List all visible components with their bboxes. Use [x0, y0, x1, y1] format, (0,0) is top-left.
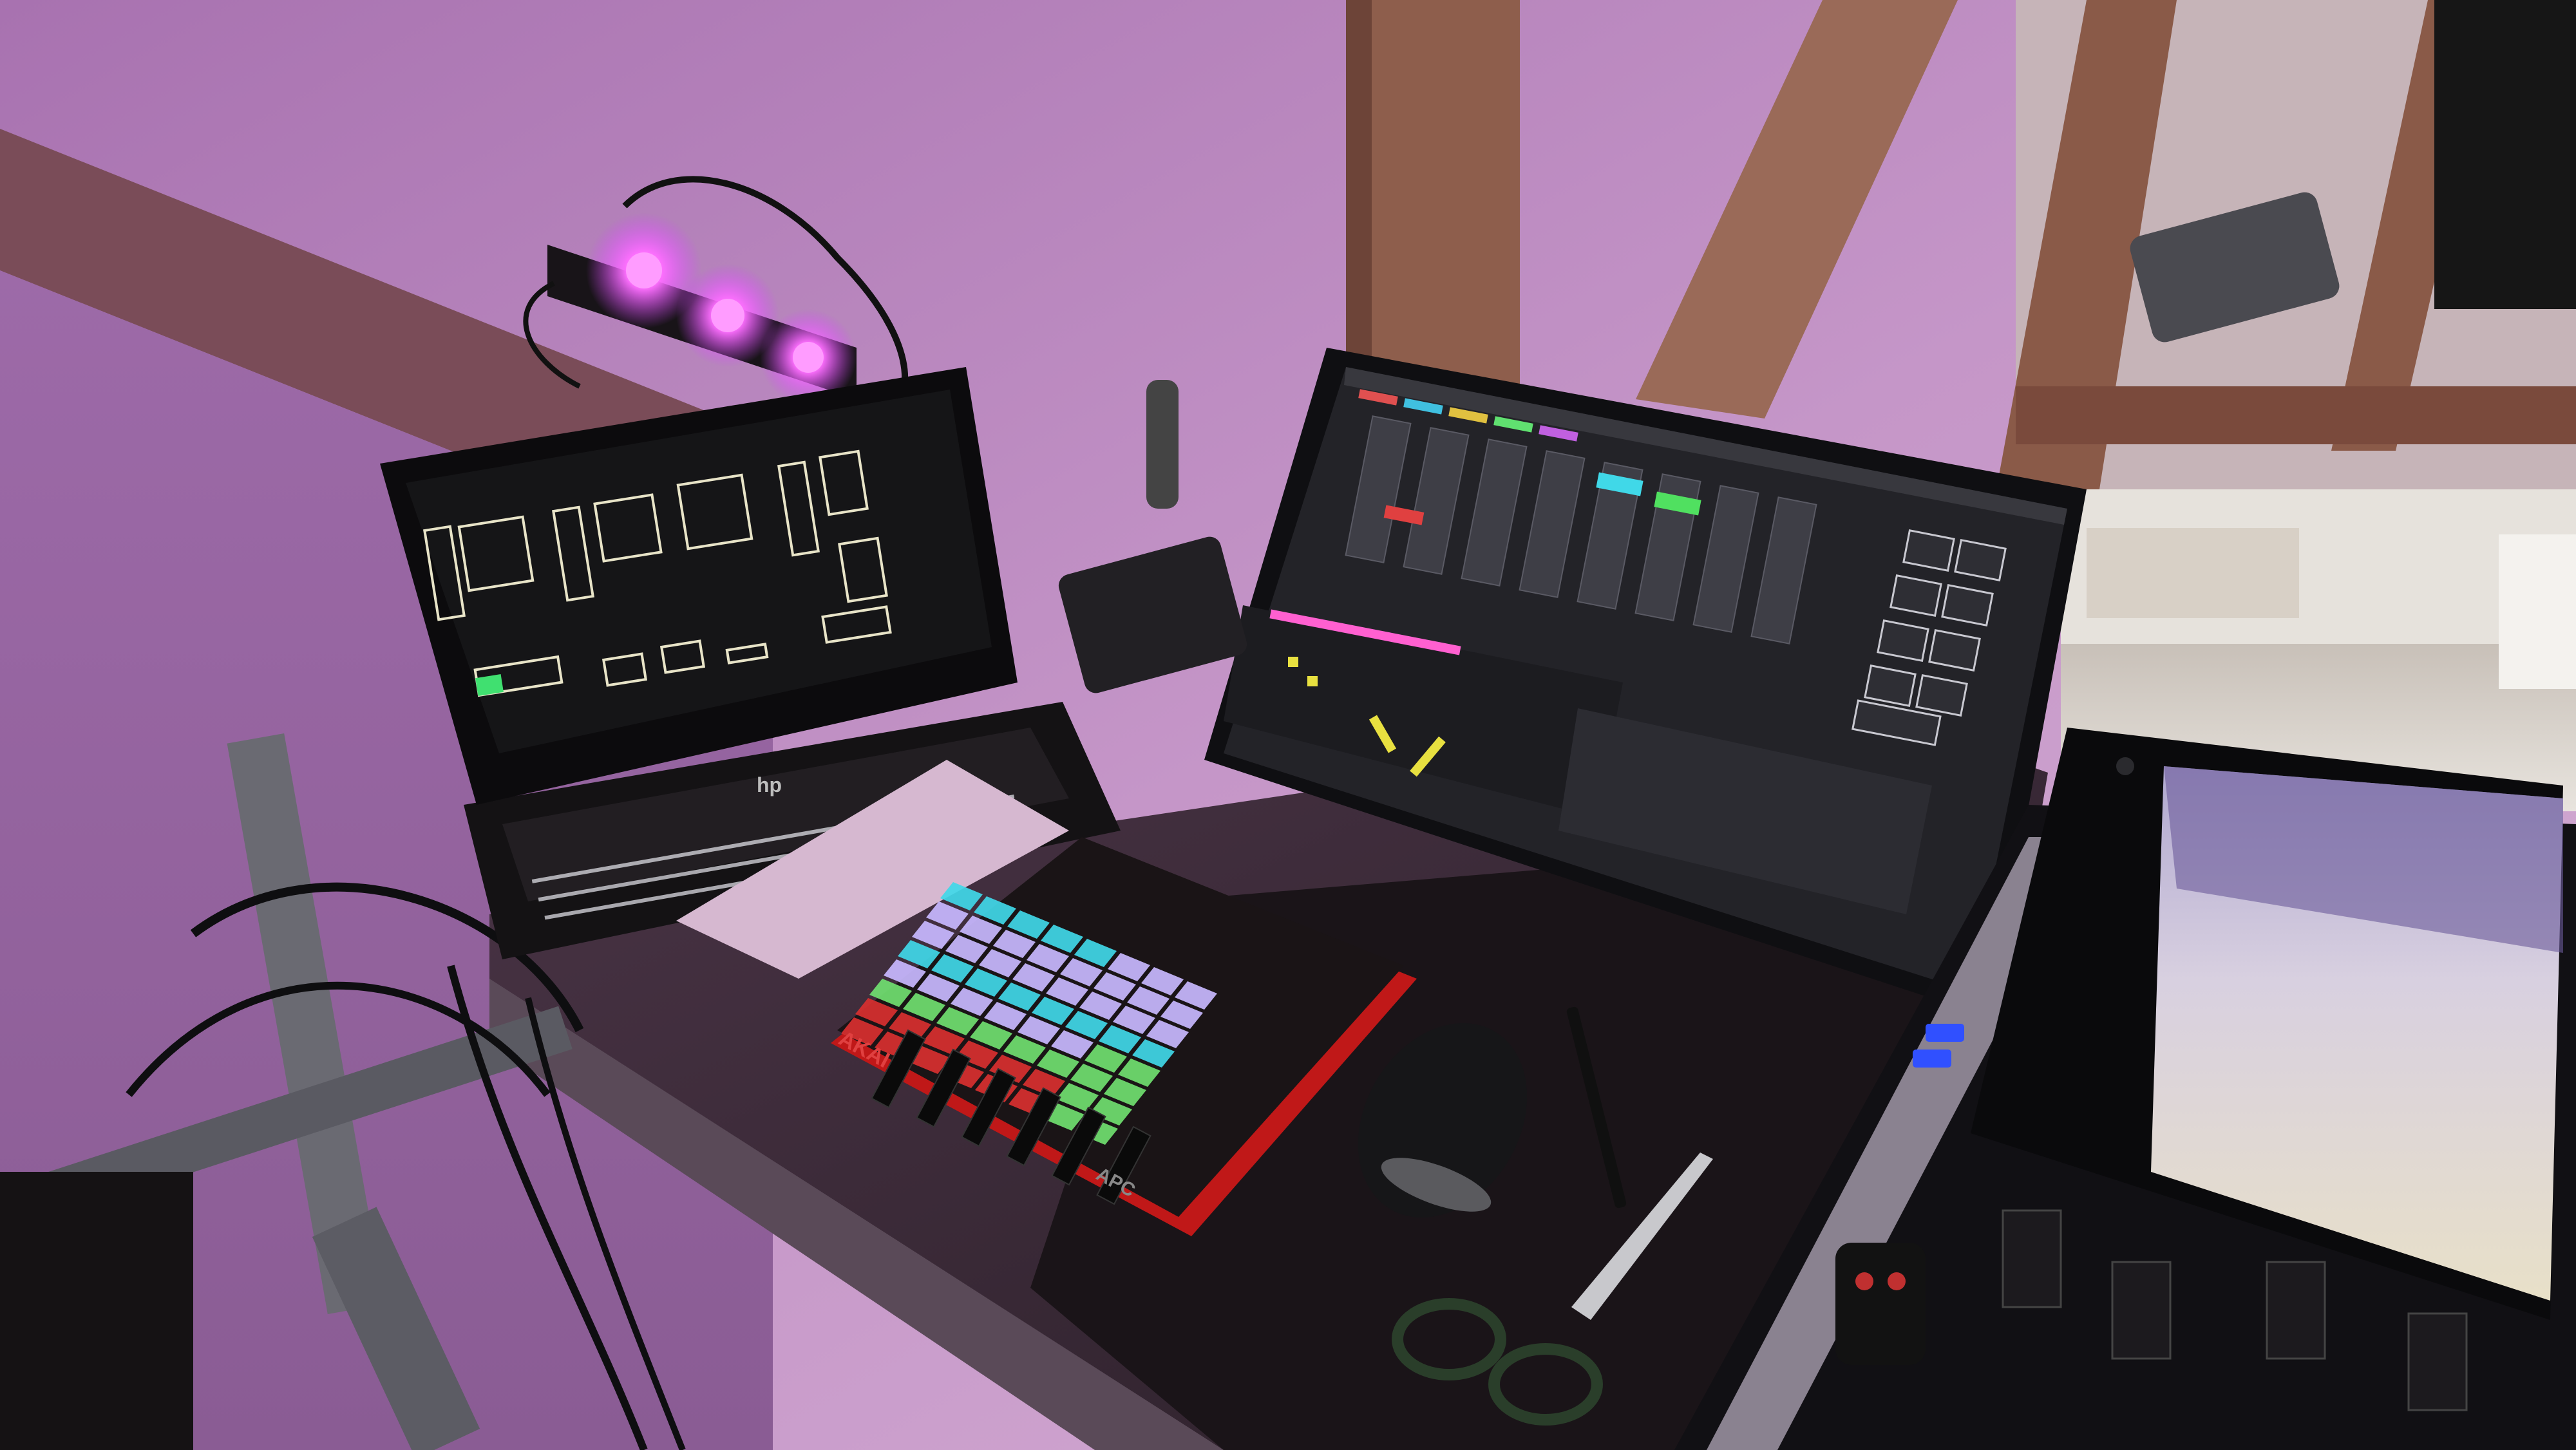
led-2 [711, 299, 744, 332]
mixer-button-1[interactable] [1926, 1024, 1964, 1042]
vertical-beam [1346, 0, 1520, 399]
mixer-fader-4[interactable] [2407, 1312, 2468, 1411]
photo-scene: hp AKAI APC [0, 0, 2576, 1450]
hall-window [2499, 534, 2576, 689]
gooseneck-light [1146, 380, 1179, 509]
vertical-beam-shadow [1346, 0, 1372, 399]
laptop-logo: hp [757, 773, 782, 796]
scene-drawing: hp AKAI APC [0, 0, 2576, 1450]
camera-icon[interactable] [2116, 757, 2134, 775]
led-3 [793, 342, 824, 373]
remote-fob [1835, 1243, 1926, 1365]
remote-button-2[interactable] [1888, 1272, 1906, 1290]
mixer-fader-3[interactable] [2266, 1261, 2326, 1360]
speaker [2434, 0, 2576, 309]
mixer-fader-1[interactable] [2002, 1209, 2062, 1308]
mixer-fader-2[interactable] [2111, 1261, 2172, 1360]
hall-bench [2087, 528, 2299, 618]
led-1 [626, 252, 662, 288]
remote-button-1[interactable] [1855, 1272, 1873, 1290]
balcony-rail [2016, 386, 2576, 444]
mixer-button-2[interactable] [1913, 1050, 1951, 1068]
